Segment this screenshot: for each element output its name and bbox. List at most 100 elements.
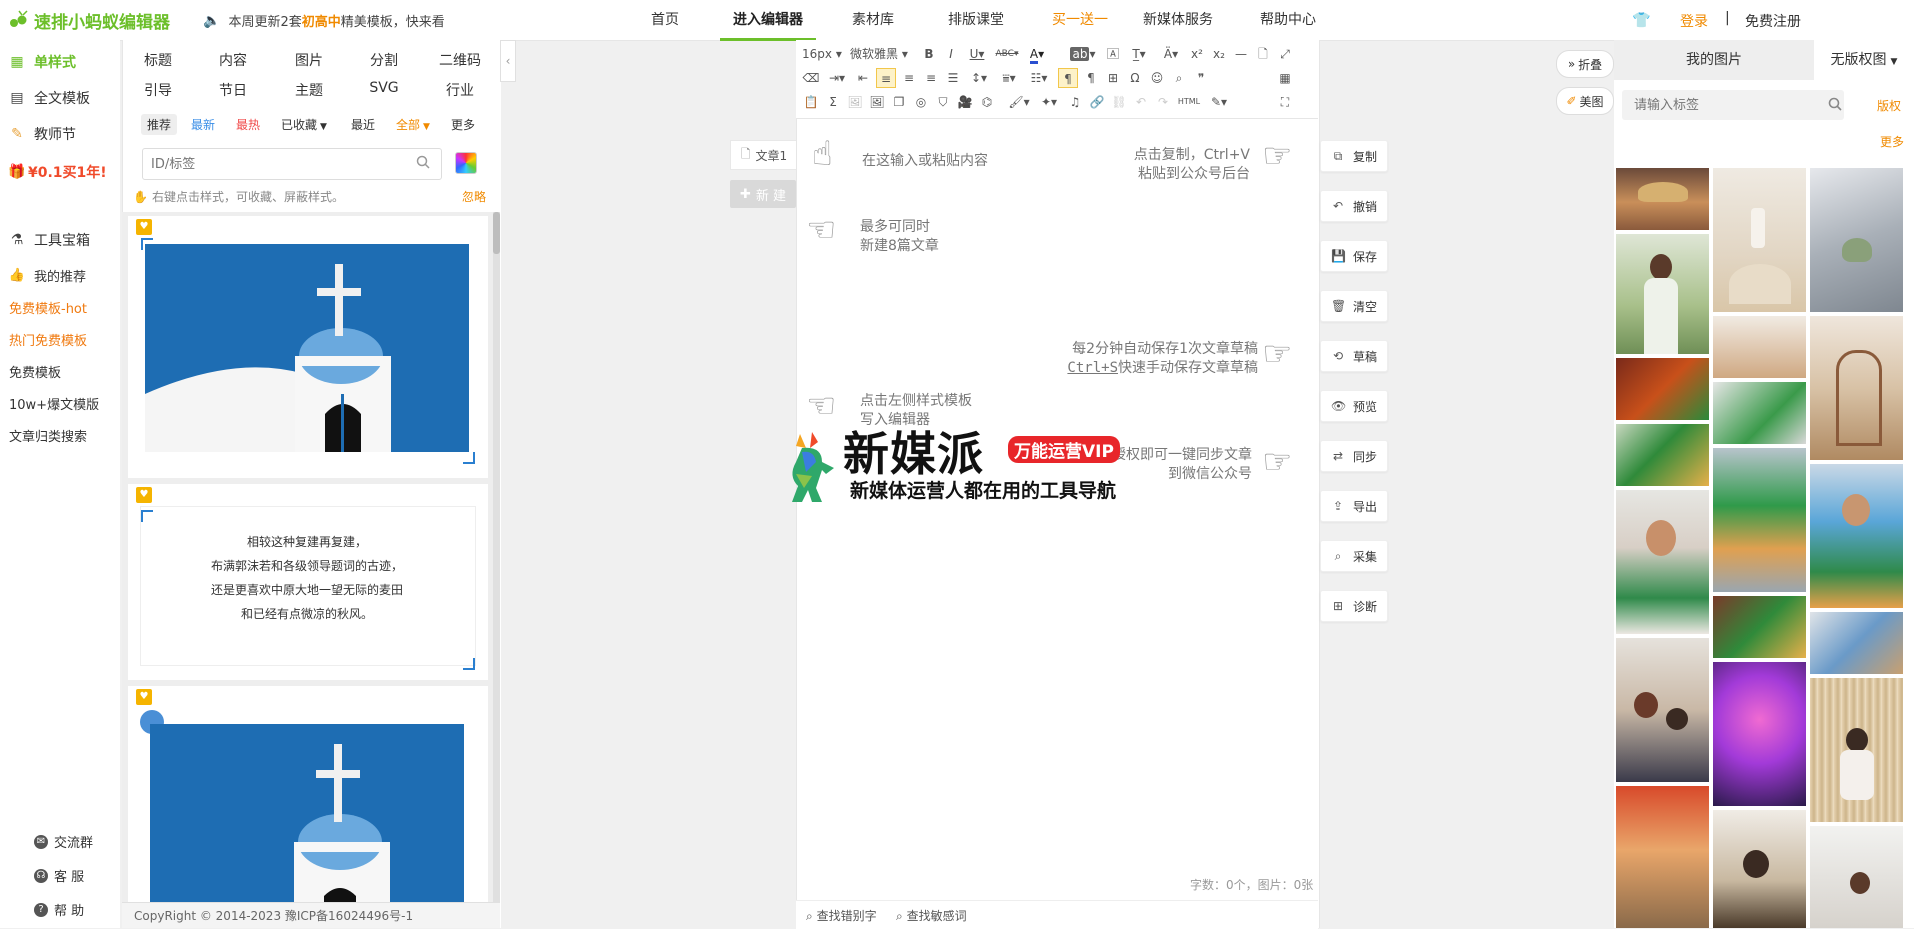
nav-free[interactable]: 免费模板 (9, 362, 61, 381)
photo-bentwood-chair[interactable] (1810, 316, 1903, 460)
unlink-icon[interactable]: ⛓ (1110, 92, 1128, 112)
rtl-icon[interactable]: ¶ (1082, 68, 1100, 88)
image-icon[interactable]: 🖼 (868, 92, 886, 112)
cat-image[interactable]: 图片 (279, 50, 339, 70)
filter-recent[interactable]: 最近 (351, 116, 375, 133)
filter-recommend[interactable]: 推荐 (141, 114, 178, 135)
align-center-icon[interactable]: ≡ (900, 68, 918, 88)
superscript-icon[interactable]: x² (1188, 44, 1206, 64)
preview-frame-icon[interactable]: ⛶ (1276, 92, 1294, 112)
outdent-icon[interactable]: ⇤ (854, 68, 872, 88)
line-height-icon[interactable]: ↕▾ (966, 68, 992, 88)
magic-wand-icon[interactable]: ✦▾ (1036, 92, 1062, 112)
form-icon[interactable]: ✎▾ (1206, 92, 1232, 112)
photo-green-outfit[interactable] (1713, 382, 1806, 444)
highlight-icon[interactable]: ab ▾ (1070, 44, 1096, 64)
login-link[interactable]: 登录 (1680, 11, 1708, 31)
horizontal-rule-icon[interactable]: — (1232, 44, 1250, 64)
justify-icon[interactable]: ☰ (944, 68, 962, 88)
search-icon[interactable] (1828, 97, 1842, 111)
new-article-button[interactable]: ✚ 新 建 (730, 180, 796, 208)
cat-svg[interactable]: SVG (354, 80, 414, 96)
format-brush-icon[interactable]: 🖌▾ (1006, 92, 1032, 112)
ignore-link[interactable]: 忽略 (462, 188, 486, 205)
nav-toolbox[interactable]: ⚗ 工具宝箱 (8, 230, 90, 250)
tab-my-images[interactable]: 我的图片 (1614, 40, 1814, 80)
table-insert-icon[interactable]: ⊞ (1104, 68, 1122, 88)
photo-celebration[interactable] (1713, 448, 1806, 592)
register-link[interactable]: 免费注册 (1745, 11, 1801, 31)
text-style-icon[interactable]: T̲▾ (1126, 44, 1152, 64)
color-picker-icon[interactable] (455, 152, 477, 174)
filter-more[interactable]: 更多 (451, 116, 475, 133)
photo-man-beer[interactable] (1616, 490, 1709, 634)
font-family-select[interactable]: 微软雅黑 ▾ (850, 44, 914, 64)
tag-search-wrapper[interactable] (1622, 90, 1844, 120)
photo-woman-field[interactable] (1616, 234, 1709, 354)
photo-hat-chair[interactable] (1616, 168, 1709, 230)
undo-button[interactable]: ↶ 撤销 (1320, 190, 1388, 222)
photo-vase-table[interactable] (1713, 168, 1806, 312)
photo-green-hat-men[interactable] (1616, 424, 1709, 486)
paragraph-spacing-icon[interactable]: ⩸▾ (996, 68, 1022, 88)
photo-friends-toast[interactable] (1713, 596, 1806, 658)
link-card-icon[interactable]: ⌬ (978, 92, 996, 112)
nav-help-bottom[interactable]: ? 帮 助 (34, 900, 84, 919)
nav-full-template[interactable]: ▤ 全文模板 (8, 88, 90, 108)
align-right-icon[interactable]: ≡ (922, 68, 940, 88)
nav-my-recommend[interactable]: 👍 我的推荐 (8, 266, 86, 285)
nav-home[interactable]: 首页 (645, 0, 685, 38)
font-color-icon[interactable]: A▾ (1024, 44, 1050, 64)
redo-icon[interactable]: ↷ (1154, 92, 1172, 112)
list-icon[interactable]: ☷▾ (1026, 68, 1052, 88)
link-icon[interactable]: 🔗 (1088, 92, 1106, 112)
copy-button[interactable]: ⧉ 复制 (1320, 140, 1388, 172)
article-tab[interactable]: 🗋 文章1 (730, 140, 798, 170)
nav-course[interactable]: 排版课堂 (944, 0, 1008, 38)
nav-viral[interactable]: 10w+爆文模版 (9, 394, 99, 413)
cat-qrcode[interactable]: 二维码 (430, 50, 490, 70)
photo-boy-reading[interactable] (1713, 810, 1806, 928)
nav-buy-one-get-one[interactable]: 买一送一 (1048, 0, 1112, 38)
style-search-input[interactable] (143, 149, 409, 179)
undo-icon[interactable]: ↶ (1132, 92, 1150, 112)
tshirt-icon[interactable]: 👕 (1632, 11, 1651, 29)
scrollbar-thumb[interactable] (493, 212, 500, 254)
cat-guide[interactable]: 引导 (128, 80, 188, 100)
collect-button[interactable]: ⌕ 采集 (1320, 540, 1388, 572)
filter-all[interactable]: 全部 ▼ (396, 116, 430, 133)
save-button[interactable]: 💾 保存 (1320, 240, 1388, 272)
style-card-image-2[interactable]: ♥ (128, 686, 488, 902)
filter-newest[interactable]: 最新 (191, 116, 215, 133)
omega-icon[interactable]: Ω (1126, 68, 1144, 88)
photo-neon-portrait[interactable] (1713, 662, 1806, 806)
sum-icon[interactable]: Σ (824, 92, 842, 112)
meitu-button[interactable]: ✐ 美图 (1556, 87, 1614, 115)
nav-materials[interactable]: 素材库 (848, 0, 898, 38)
favorite-icon[interactable]: ♥ (136, 219, 152, 235)
font-resize-icon[interactable]: Ä▾ (1158, 44, 1184, 64)
photo-kid-toys[interactable] (1810, 826, 1903, 928)
indent-icon[interactable]: ⇥▾ (824, 68, 850, 88)
diagnose-button[interactable]: ⊞ 诊断 (1320, 590, 1388, 622)
photo-party-man[interactable] (1616, 358, 1709, 420)
nav-hot-free[interactable]: 热门免费模板 (9, 330, 87, 349)
style-card-text[interactable]: ♥ 相较这种复建再复建， 布满郭沫若和各级领导题词的古迹， 还是更喜欢中原大地一… (128, 484, 488, 680)
photo-kid-room[interactable] (1810, 612, 1903, 674)
cat-content[interactable]: 内容 (203, 50, 263, 70)
quote-icon[interactable]: ❞ (1192, 68, 1210, 88)
fold-button[interactable]: » 折叠 (1556, 50, 1614, 78)
update-notice[interactable]: 🔈 本周更新2套 初高中 精美模板，快来看 (203, 11, 445, 31)
style-search-input-wrapper[interactable] (142, 148, 442, 180)
favorite-icon[interactable]: ♥ (136, 487, 152, 503)
photo-cafe-interior[interactable] (1616, 786, 1709, 928)
photo-family-reading[interactable] (1616, 638, 1709, 782)
nav-help[interactable]: 帮助中心 (1256, 0, 1320, 38)
cat-festival[interactable]: 节日 (203, 80, 263, 100)
html-icon[interactable]: HTML (1176, 92, 1202, 112)
italic-icon[interactable]: I (942, 44, 960, 64)
cat-industry[interactable]: 行业 (430, 80, 490, 100)
text-box-icon[interactable]: 🄰 (1104, 44, 1122, 64)
nav-free-hot[interactable]: 免费模板-hot (9, 298, 87, 317)
nav-editor[interactable]: 进入编辑器 (720, 0, 816, 41)
